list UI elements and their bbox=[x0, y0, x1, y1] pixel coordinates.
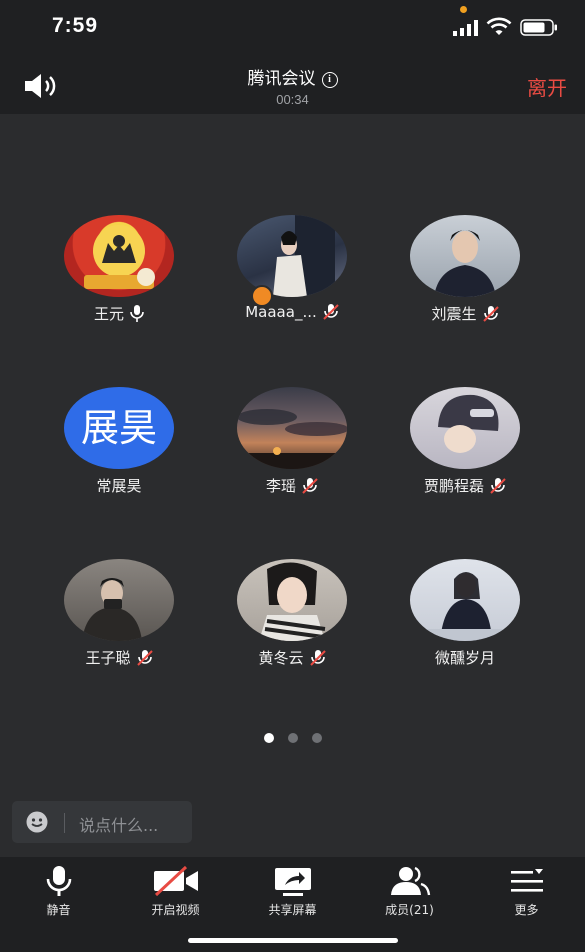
participant-tile[interactable]: 王元 bbox=[32, 215, 206, 324]
participant-tile[interactable]: 贾鹏程磊 bbox=[378, 387, 552, 496]
mute-label: 静音 bbox=[46, 903, 71, 917]
mic-muted-icon bbox=[136, 650, 153, 666]
participant-avatar bbox=[410, 215, 520, 297]
page-dot[interactable] bbox=[311, 733, 322, 743]
home-indicator[interactable] bbox=[188, 938, 398, 943]
start-video-button[interactable]: 开启视频 bbox=[117, 857, 234, 918]
participant-tile[interactable]: 王子聪 bbox=[32, 559, 206, 668]
more-label: 更多 bbox=[514, 903, 539, 917]
participant-tile[interactable]: 黄冬云 bbox=[205, 559, 379, 668]
mic-muted-icon bbox=[323, 304, 339, 320]
participant-avatar bbox=[237, 215, 347, 297]
members-icon bbox=[390, 866, 430, 896]
page-dot[interactable] bbox=[287, 733, 298, 743]
host-badge-icon bbox=[251, 285, 273, 307]
start-video-label: 开启视频 bbox=[151, 903, 200, 917]
mic-muted-icon bbox=[302, 478, 318, 494]
meeting-title: 腾讯会议 bbox=[247, 69, 316, 89]
participant-name: 王元 bbox=[93, 305, 124, 323]
leave-button[interactable]: 离开 bbox=[527, 72, 567, 101]
microphone-icon bbox=[130, 305, 144, 322]
mic-muted-icon bbox=[490, 478, 506, 494]
participant-avatar bbox=[410, 387, 520, 469]
page-dot-active[interactable] bbox=[263, 733, 274, 743]
participant-avatar bbox=[64, 559, 174, 641]
participant-name: 微醺岁月 bbox=[434, 649, 495, 667]
more-button[interactable]: 更多 bbox=[468, 857, 585, 918]
mic-muted-icon bbox=[482, 306, 499, 322]
participant-avatar bbox=[64, 215, 174, 297]
wifi-icon bbox=[486, 17, 512, 35]
participant-name: 常展昊 bbox=[96, 477, 142, 495]
share-screen-button[interactable]: 共享屏幕 bbox=[234, 857, 351, 918]
participant-avatar bbox=[237, 387, 347, 469]
members-button[interactable]: 成员(21) bbox=[351, 857, 468, 918]
cellular-signal-icon bbox=[453, 20, 478, 36]
participant-tile[interactable]: Maaaa_... bbox=[205, 215, 379, 321]
mute-button[interactable]: 静音 bbox=[0, 857, 117, 918]
participant-tile[interactable]: 微醺岁月 bbox=[378, 559, 552, 668]
emoji-icon[interactable] bbox=[26, 811, 48, 833]
meeting-timer: 00:34 bbox=[276, 92, 309, 107]
battery-icon bbox=[520, 19, 557, 36]
participant-name: 刘震生 bbox=[431, 305, 477, 323]
privacy-indicator-dot bbox=[460, 6, 467, 13]
video-off-icon bbox=[153, 865, 198, 897]
microphone-icon bbox=[46, 866, 71, 896]
more-menu-icon bbox=[510, 869, 543, 892]
mic-muted-icon bbox=[309, 650, 326, 666]
participant-avatar-initials: 展昊 bbox=[64, 387, 174, 469]
members-label: 成员(21) bbox=[385, 903, 434, 917]
participant-avatar bbox=[410, 559, 520, 641]
share-screen-label: 共享屏幕 bbox=[268, 903, 317, 917]
participant-tile[interactable]: 李瑶 bbox=[205, 387, 379, 496]
status-time: 7:59 bbox=[52, 14, 99, 37]
participant-tile[interactable]: 展昊 常展昊 bbox=[32, 387, 206, 496]
status-bar: 7:59 bbox=[0, 0, 585, 54]
share-screen-icon bbox=[274, 868, 311, 896]
participant-name: 黄冬云 bbox=[258, 649, 304, 667]
participant-tile[interactable]: 刘震生 bbox=[378, 215, 552, 324]
participant-name: 李瑶 bbox=[265, 477, 296, 495]
meeting-title-block: 腾讯会议 i 00:34 bbox=[0, 64, 585, 107]
participant-avatar bbox=[237, 559, 347, 641]
chat-divider bbox=[64, 813, 65, 833]
chat-placeholder: 说点什么... bbox=[79, 816, 159, 835]
info-icon[interactable]: i bbox=[321, 72, 338, 88]
chat-input[interactable]: 说点什么... bbox=[12, 801, 192, 843]
participant-name: 王子聪 bbox=[85, 649, 131, 667]
page-indicator[interactable] bbox=[0, 728, 585, 747]
meeting-header: 腾讯会议 i 00:34 离开 bbox=[0, 54, 585, 114]
participant-name: 贾鹏程磊 bbox=[423, 477, 484, 495]
